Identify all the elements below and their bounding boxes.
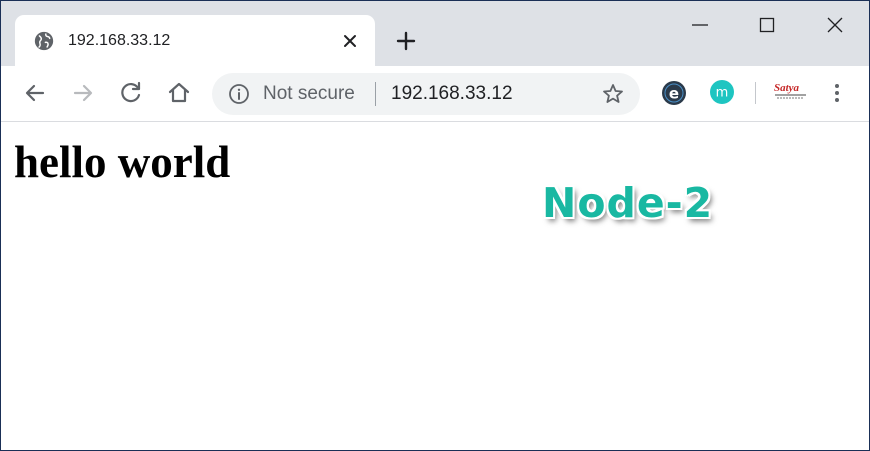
forward-arrow-icon[interactable] <box>70 80 96 106</box>
home-icon[interactable] <box>166 80 192 106</box>
back-arrow-icon[interactable] <box>22 80 48 106</box>
browser-window: 192.168.33.12 Not secure 192.168.33.12 e… <box>0 0 870 451</box>
page-content: hello world Node-2 <box>1 122 869 450</box>
star-icon[interactable] <box>601 82 625 106</box>
more-vert-icon[interactable] <box>824 80 850 106</box>
extension-divider <box>755 82 756 104</box>
reload-icon[interactable] <box>118 80 144 106</box>
new-tab-icon[interactable] <box>394 29 418 53</box>
m-extension-badge: m <box>710 80 734 104</box>
globe-icon <box>34 31 54 51</box>
maximize-icon[interactable] <box>753 11 781 39</box>
browser-tab[interactable]: 192.168.33.12 <box>15 15 375 66</box>
minimize-icon[interactable] <box>686 11 714 39</box>
satya-extension-logo: Satya <box>774 82 806 99</box>
tab-strip: 192.168.33.12 <box>1 1 869 66</box>
security-status-text: Not secure <box>263 83 355 104</box>
address-bar[interactable]: Not secure 192.168.33.12 <box>212 73 640 115</box>
tab-close-icon[interactable] <box>341 32 359 50</box>
e-extension-badge: e <box>662 81 686 105</box>
window-close-icon[interactable] <box>821 11 849 39</box>
satya-extension-text: Satya <box>774 82 800 94</box>
omnibox-divider <box>375 82 376 106</box>
url-text[interactable]: 192.168.33.12 <box>391 83 513 105</box>
node-label-overlay: Node-2 <box>542 179 714 227</box>
m-extension-icon[interactable]: m <box>709 79 735 105</box>
info-icon[interactable] <box>228 83 250 105</box>
m-extension-letter: m <box>716 86 729 101</box>
page-heading: hello world <box>14 137 231 187</box>
tab-title: 192.168.33.12 <box>68 32 171 49</box>
satya-extension-icon[interactable]: Satya <box>773 81 809 103</box>
e-extension-icon[interactable]: e <box>660 79 688 107</box>
browser-toolbar: Not secure 192.168.33.12 e m Satya <box>1 66 869 122</box>
e-extension-letter: e <box>669 85 679 103</box>
